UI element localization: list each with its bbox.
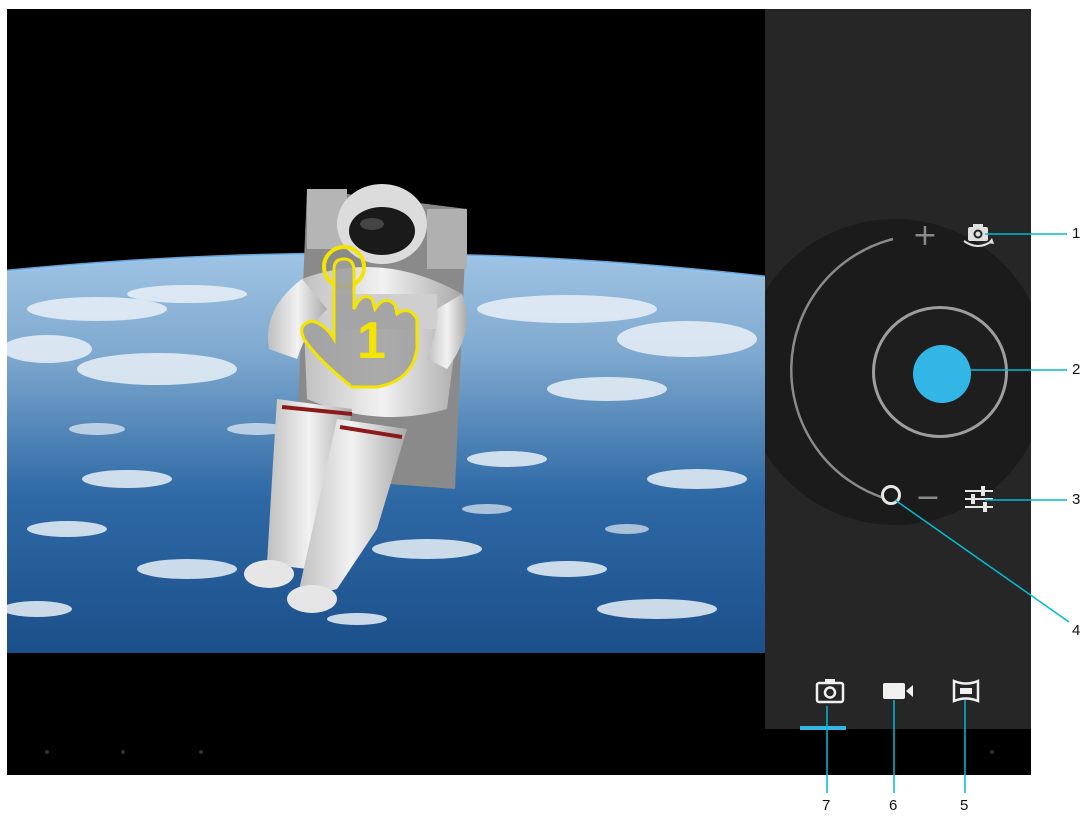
- zoom-out-button[interactable]: −: [913, 483, 943, 515]
- shutter-core: [913, 345, 971, 403]
- plus-icon: +: [912, 218, 938, 253]
- shutter-button[interactable]: [872, 306, 1008, 438]
- mode-panorama-button[interactable]: [951, 677, 981, 705]
- tablet-screen: 1 + −: [7, 9, 1031, 775]
- callout-4: 4: [1072, 622, 1081, 639]
- zoom-in-button[interactable]: +: [910, 221, 940, 253]
- minus-icon: −: [915, 480, 941, 515]
- callout-6: 6: [889, 797, 898, 814]
- mode-video-button[interactable]: [881, 679, 915, 703]
- panorama-icon: [952, 679, 980, 703]
- switch-camera-button[interactable]: [960, 221, 996, 251]
- video-camera-icon: [883, 683, 913, 699]
- settings-button[interactable]: [961, 483, 997, 515]
- camera-icon: [815, 679, 845, 704]
- callout-5: 5: [960, 797, 969, 814]
- callout-2: 2: [1072, 361, 1081, 378]
- callout-7: 7: [822, 797, 831, 814]
- viewfinder-scene: [7, 9, 765, 653]
- nav-menu-dot[interactable]: [990, 750, 994, 754]
- zoom-slider-handle[interactable]: [881, 485, 901, 505]
- mode-camera-button[interactable]: [815, 677, 845, 705]
- callout-3: 3: [1072, 491, 1081, 508]
- camera-viewfinder[interactable]: 1: [7, 9, 765, 653]
- tap-hint-number: 1: [357, 312, 386, 370]
- callout-1: 1: [1072, 225, 1081, 242]
- nav-home-dot[interactable]: [121, 750, 125, 754]
- switch-camera-icon: [963, 224, 994, 247]
- camera-control-panel: + −: [765, 9, 1031, 729]
- nav-back-dot[interactable]: [45, 750, 49, 754]
- selected-mode-indicator: [800, 726, 846, 730]
- system-navigation-bar: [7, 729, 1031, 775]
- settings-sliders-icon: [965, 486, 993, 512]
- nav-recents-dot[interactable]: [199, 750, 203, 754]
